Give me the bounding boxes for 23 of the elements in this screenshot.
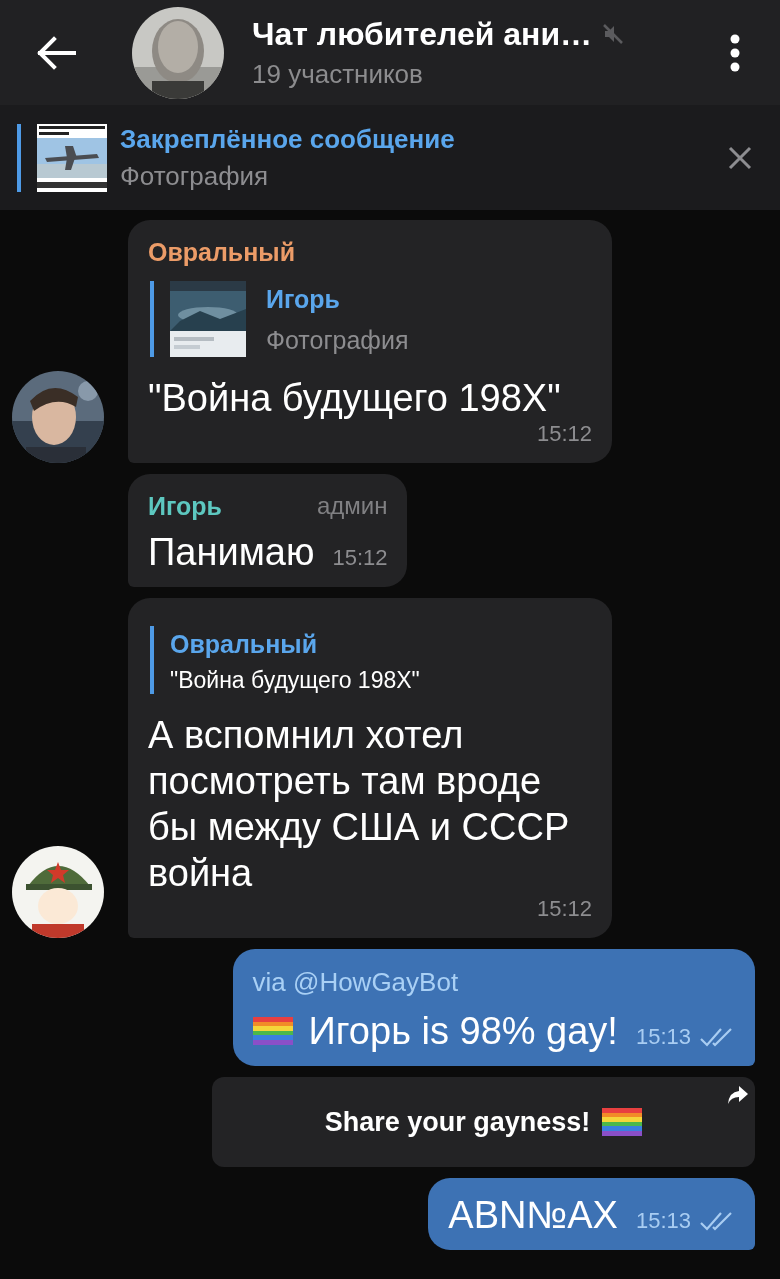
message-text: Панимаю <box>148 530 315 575</box>
close-icon[interactable] <box>728 145 752 170</box>
message-text: "Война будущего 198X" <box>148 376 561 421</box>
pinned-text: Фотография <box>120 160 270 192</box>
pinned-title[interactable]: Закреплённое сообщение <box>120 123 728 155</box>
message-text: ABN№AX <box>448 1193 618 1238</box>
admin-label: админ <box>316 492 388 521</box>
message-text: А вспомнил хотел посмотреть там вроде бы между США и СССР война <box>148 713 571 896</box>
message-time: 15:12 <box>536 421 592 447</box>
inline-bot-button[interactable]: Share your gayness! <box>212 1077 755 1167</box>
reply-quote[interactable]: Игорь Фотография <box>150 281 592 357</box>
message-time: 15:12 <box>332 545 388 571</box>
menu-icon[interactable] <box>730 33 740 72</box>
message-time: 15:12 <box>536 896 592 922</box>
sender-name[interactable]: Овральный <box>148 238 296 267</box>
member-count: 19 участников <box>252 58 424 90</box>
message-time: 15:13 <box>635 1208 691 1234</box>
message-text: Игорь is 98% gay! <box>308 1009 618 1054</box>
message-time: 15:13 <box>635 1024 691 1050</box>
reply-quote[interactable]: Овральный "Война будущего 198X" <box>150 626 592 694</box>
chat-title: Чат любителей ани… <box>252 15 593 53</box>
share-arrow-icon <box>727 1085 749 1105</box>
sender-name[interactable]: Игорь <box>148 492 222 521</box>
